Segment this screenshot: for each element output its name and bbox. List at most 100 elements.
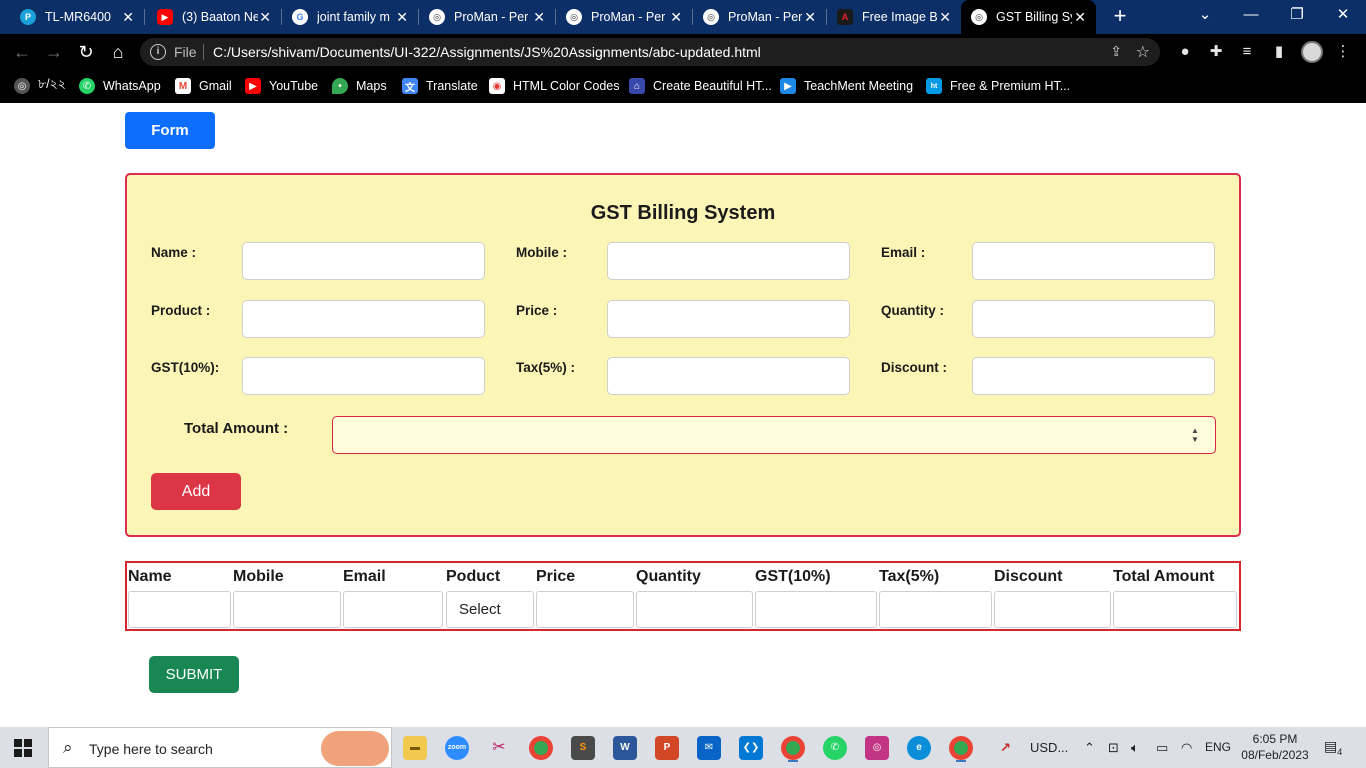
side-panel-icon[interactable]: ▮ xyxy=(1269,42,1289,62)
vscode-icon[interactable]: ❮❯ xyxy=(739,736,763,760)
media-queue-icon[interactable]: ≡ xyxy=(1237,42,1257,62)
profile-avatar[interactable] xyxy=(1301,41,1323,63)
puzzle-extensions-icon[interactable]: ✚ xyxy=(1206,42,1226,62)
notification-icon[interactable]: ▤4 xyxy=(1324,738,1342,757)
edge-icon[interactable]: e xyxy=(907,736,931,760)
search-highlight-illustration xyxy=(321,731,389,766)
close-icon[interactable]: ✕ xyxy=(939,9,951,25)
extension-circles-icon[interactable]: ● xyxy=(1175,42,1195,62)
language-indicator[interactable]: ENG xyxy=(1205,740,1231,754)
product-field[interactable] xyxy=(242,300,485,338)
table-product-select[interactable]: Select xyxy=(446,591,534,628)
table-gst-input[interactable] xyxy=(755,591,877,628)
back-arrow-icon[interactable]: ← xyxy=(10,40,34,64)
table-price-input[interactable] xyxy=(536,591,634,628)
new-tab-button[interactable]: + xyxy=(1108,5,1132,29)
bookmark-maps[interactable]: • Maps xyxy=(332,76,387,96)
bookmark-translate[interactable]: 文 Translate xyxy=(402,76,478,96)
tax-field[interactable] xyxy=(607,357,850,395)
windows-start-icon[interactable] xyxy=(14,739,32,757)
table-tax-input[interactable] xyxy=(879,591,992,628)
chrome-alt-profile-icon[interactable] xyxy=(949,736,973,762)
name-field[interactable] xyxy=(242,242,485,280)
chevron-up-icon[interactable]: ⌃ xyxy=(1084,740,1095,756)
table-name-input[interactable] xyxy=(128,591,231,628)
menu-dots-icon[interactable]: ⋮ xyxy=(1333,42,1353,62)
close-window-button[interactable]: ✕ xyxy=(1320,0,1366,30)
bookmark-free-premium[interactable]: ht Free & Premium HT... xyxy=(926,76,1070,96)
price-field[interactable] xyxy=(607,300,850,338)
gst-field[interactable] xyxy=(242,357,485,395)
whatsapp-icon[interactable]: ✆ xyxy=(823,736,847,760)
close-icon[interactable]: ✕ xyxy=(804,9,816,25)
powerpoint-icon[interactable]: P xyxy=(655,736,679,760)
battery-saver-icon[interactable]: ⊡ xyxy=(1108,740,1119,756)
tab-tl-mr6400[interactable]: P TL-MR6400 ✕ xyxy=(0,0,144,34)
email-field[interactable] xyxy=(972,242,1215,280)
wifi-icon[interactable]: ◠ xyxy=(1181,740,1192,756)
bookmark-whatsapp[interactable]: ✆ WhatsApp xyxy=(79,76,161,96)
close-icon[interactable]: ✕ xyxy=(670,9,682,25)
tab-proman-3[interactable]: ◎ ProMan - Per ✕ xyxy=(693,0,826,34)
bookmark-item[interactable]: ◎ ৮/২২ xyxy=(14,76,66,96)
restore-button[interactable]: ❐ xyxy=(1274,0,1320,30)
quantity-field[interactable] xyxy=(972,300,1215,338)
bookmark-star-icon[interactable]: ☆ xyxy=(1136,42,1150,62)
chrome-icon[interactable] xyxy=(529,736,553,760)
table-total-input[interactable] xyxy=(1113,591,1237,628)
currency-widget-icon[interactable]: ↗ xyxy=(1000,740,1011,756)
bookmark-teachment[interactable]: ▶ TeachMent Meeting xyxy=(780,76,913,96)
bookmark-create-beautiful[interactable]: ⌂ Create Beautiful HT... xyxy=(629,76,772,96)
zoom-icon[interactable]: zoom xyxy=(445,736,469,760)
table-quantity-input[interactable] xyxy=(636,591,753,628)
tab-proman-2[interactable]: ◎ ProMan - Per ✕ xyxy=(556,0,692,34)
home-icon[interactable]: ⌂ xyxy=(106,40,130,64)
close-icon[interactable]: ✕ xyxy=(122,9,134,25)
bookmark-html-color-codes[interactable]: ◉ HTML Color Codes xyxy=(489,76,620,96)
currency-widget-label[interactable]: USD... xyxy=(1030,740,1068,755)
add-button[interactable]: Add xyxy=(151,473,241,510)
url-text[interactable]: C:/Users/shivam/Documents/UI-322/Assignm… xyxy=(213,44,761,60)
instagram-icon[interactable]: ◎ xyxy=(865,736,889,760)
bookmark-label: YouTube xyxy=(269,79,319,93)
file-explorer-icon[interactable]: ▬ xyxy=(403,736,427,760)
tab-search-chevron-icon[interactable]: ⌄ xyxy=(1182,0,1228,30)
form-button[interactable]: Form xyxy=(125,112,215,149)
snipping-tool-icon[interactable]: ✂ xyxy=(487,736,511,760)
url-scheme-label: File xyxy=(174,44,197,60)
table-mobile-input[interactable] xyxy=(233,591,341,628)
submit-button[interactable]: SUBMIT xyxy=(149,656,239,693)
bookmark-youtube[interactable]: ▶ YouTube xyxy=(245,76,318,96)
close-icon[interactable]: ✕ xyxy=(259,9,271,25)
tab-free-image[interactable]: A Free Image B ✕ xyxy=(827,0,961,34)
forward-arrow-icon[interactable]: → xyxy=(42,40,66,64)
table-discount-input[interactable] xyxy=(994,591,1111,628)
tab-proman-1[interactable]: ◎ ProMan - Per ✕ xyxy=(419,0,555,34)
system-clock[interactable]: 6:05 PM 08/Feb/2023 xyxy=(1240,731,1310,763)
windows-taskbar: ⌕ Type here to search ▬ zoom ✂ S W P ✉ ❮… xyxy=(0,727,1366,768)
taskbar-search-box[interactable]: ⌕ Type here to search xyxy=(48,727,392,768)
number-spinner-icon[interactable]: ▲ ▼ xyxy=(1190,426,1200,446)
speaker-icon[interactable]: 🔈︎ xyxy=(1131,740,1139,756)
mail-icon[interactable]: ✉ xyxy=(697,736,721,760)
word-icon[interactable]: W xyxy=(613,736,637,760)
share-icon[interactable]: ⇪ xyxy=(1110,43,1122,60)
total-amount-field[interactable]: ▲ ▼ xyxy=(332,416,1216,454)
tab-gst-billing[interactable]: ◎ GST Billing Sy ✕ xyxy=(961,0,1096,34)
discount-field[interactable] xyxy=(972,357,1215,395)
reload-icon[interactable]: ↻ xyxy=(74,40,98,64)
tab-joint-family[interactable]: G joint family m ✕ xyxy=(282,0,418,34)
chrome-profile-icon[interactable] xyxy=(781,736,805,762)
info-icon[interactable]: i xyxy=(150,44,166,60)
minimize-button[interactable]: — xyxy=(1228,0,1274,30)
tab-baaton[interactable]: ▶ (3) Baaton Ne ✕ xyxy=(145,0,281,34)
close-icon[interactable]: ✕ xyxy=(533,9,545,25)
mobile-field[interactable] xyxy=(607,242,850,280)
close-icon[interactable]: ✕ xyxy=(396,9,408,25)
sublime-text-icon[interactable]: S xyxy=(571,736,595,760)
close-icon[interactable]: ✕ xyxy=(1074,9,1086,25)
bookmark-gmail[interactable]: M Gmail xyxy=(175,76,232,96)
address-bar[interactable]: i File C:/Users/shivam/Documents/UI-322/… xyxy=(140,38,1160,66)
power-icon[interactable]: ▭ xyxy=(1156,740,1168,756)
table-email-input[interactable] xyxy=(343,591,443,628)
